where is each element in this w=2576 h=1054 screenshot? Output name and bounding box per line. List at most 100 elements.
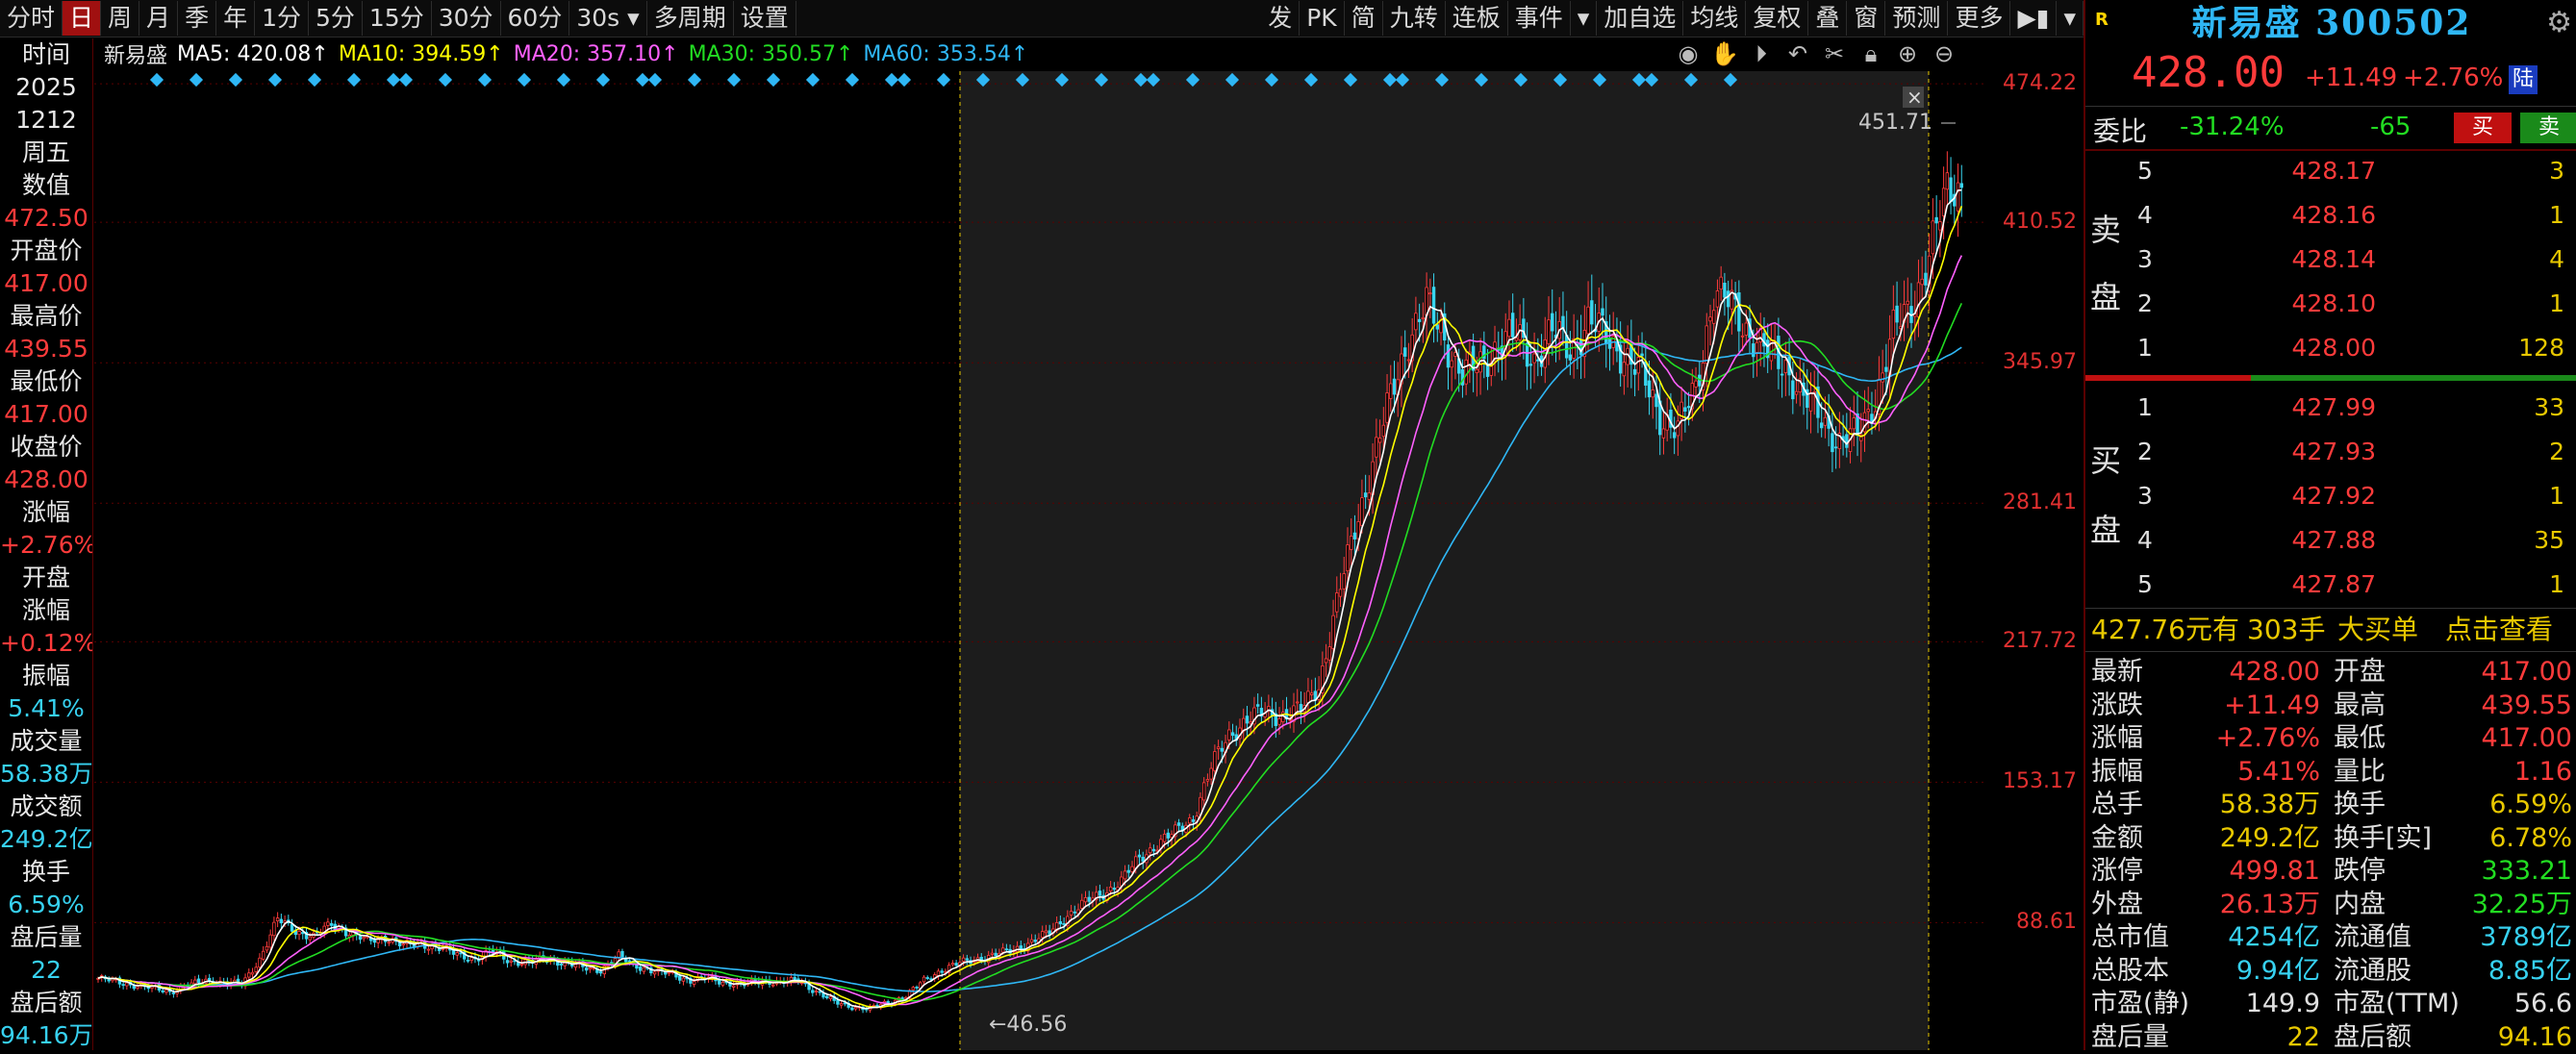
event-marker[interactable]	[398, 72, 414, 88]
candle-body	[1547, 319, 1551, 344]
sell-button[interactable]: 卖	[2520, 113, 2576, 143]
ask-row[interactable]: 1 428.00 128	[2124, 329, 2566, 367]
big-order-row[interactable]: 427.76元有 303手 大买单 点击查看	[2085, 608, 2576, 652]
event-marker[interactable]	[189, 72, 204, 88]
bid-row[interactable]: 5 427.87 1	[2124, 565, 2566, 604]
event-marker[interactable]	[477, 72, 492, 88]
toolbar-action[interactable]: 发	[1261, 1, 1301, 36]
toolbar-action[interactable]: ▾	[2057, 1, 2084, 36]
event-marker[interactable]	[647, 72, 663, 88]
event-marker[interactable]	[228, 72, 243, 88]
ask-row[interactable]: 5 428.17 3	[2124, 152, 2566, 190]
bid-row[interactable]: 3 427.92 1	[2124, 477, 2566, 515]
eye-icon[interactable]: ◉	[1674, 39, 1703, 68]
event-marker[interactable]	[267, 72, 283, 88]
big-order-view-link[interactable]: 点击查看	[2445, 609, 2553, 651]
event-marker[interactable]	[149, 72, 164, 88]
play-icon[interactable]: ⏵	[1747, 39, 1776, 68]
stat-row: 总手 58.38万 换手 6.59%	[2085, 789, 2576, 821]
toolbar-action[interactable]: 简	[1345, 1, 1383, 36]
scissors-icon[interactable]: ✂	[1820, 39, 1849, 68]
event-marker[interactable]	[556, 72, 571, 88]
period-tab[interactable]: 年	[216, 1, 256, 36]
lock-icon[interactable]: 🔒︎	[1856, 39, 1885, 68]
hand-icon[interactable]: ✋	[1710, 39, 1739, 68]
period-tab[interactable]: 分时	[0, 1, 63, 36]
ma10-label: MA10: 394.59↑	[338, 41, 504, 66]
event-marker[interactable]	[884, 72, 899, 88]
y-tick-label: 153.17	[2003, 769, 2077, 794]
toolbar-action[interactable]: ▶▮	[2010, 1, 2058, 36]
period-tab[interactable]: 15分	[363, 1, 432, 36]
toolbar-action[interactable]: ▾	[1571, 1, 1598, 36]
info-value: 2025	[15, 73, 77, 101]
event-marker[interactable]	[936, 72, 951, 88]
period-tab[interactable]: 5分	[309, 1, 363, 36]
toolbar-action[interactable]: 加自选	[1597, 1, 1684, 36]
period-tab[interactable]: 多周期	[647, 1, 734, 36]
event-marker[interactable]	[726, 72, 742, 88]
candle-body	[915, 987, 919, 989]
candle-body	[1945, 172, 1950, 190]
info-label: 振幅	[21, 662, 70, 690]
toolbar-action[interactable]: 预测	[1885, 1, 1949, 36]
period-tab[interactable]: 30s ▾	[569, 1, 647, 36]
y-tick-label: 281.41	[2003, 490, 2077, 515]
period-tab[interactable]: 30分	[432, 1, 501, 36]
event-marker[interactable]	[346, 72, 362, 88]
gear-icon[interactable]: ⚙	[2546, 6, 2572, 39]
bid-level: 2	[2137, 438, 2153, 465]
bid-row[interactable]: 1 427.99 33	[2124, 389, 2566, 427]
event-marker[interactable]	[805, 72, 821, 88]
undo-icon[interactable]: ↶	[1783, 39, 1812, 68]
stat-row: 金额 249.2亿 换手[实] 6.78%	[2085, 822, 2576, 855]
period-tab[interactable]: 60分	[501, 1, 570, 36]
candle-body	[1335, 592, 1339, 613]
toolbar-action[interactable]: 均线	[1683, 1, 1747, 36]
bid-row[interactable]: 2 427.93 2	[2124, 433, 2566, 471]
event-marker[interactable]	[438, 72, 453, 88]
event-marker[interactable]	[766, 72, 781, 88]
event-marker[interactable]	[897, 72, 912, 88]
candle-body	[505, 960, 510, 964]
info-value: +0.12%	[0, 629, 92, 657]
toolbar-action[interactable]: 窗	[1847, 1, 1886, 36]
period-tab[interactable]: 1分	[255, 1, 309, 36]
ask-price: 428.00	[2291, 334, 2376, 362]
event-marker[interactable]	[687, 72, 702, 88]
ask-row[interactable]: 4 428.16 1	[2124, 196, 2566, 235]
period-tab[interactable]: 周	[101, 1, 140, 36]
bid-row[interactable]: 4 427.88 35	[2124, 521, 2566, 560]
candle-body	[1000, 947, 1005, 953]
zoom-in-icon[interactable]: ⊕	[1893, 39, 1922, 68]
buy-button[interactable]: 买	[2454, 113, 2512, 143]
kline-chart[interactable]: 451.71 ←46.56 ×	[94, 71, 1986, 1050]
toolbar-action[interactable]: 连板	[1446, 1, 1508, 36]
ask-row[interactable]: 2 428.10 1	[2124, 285, 2566, 323]
candle-body	[1881, 372, 1884, 383]
candle-body	[1906, 300, 1909, 305]
zoom-out-icon[interactable]: ⊖	[1930, 39, 1958, 68]
event-marker[interactable]	[307, 72, 322, 88]
event-marker[interactable]	[517, 72, 532, 88]
toolbar-action[interactable]: 叠	[1808, 1, 1848, 36]
toolbar-action[interactable]: 更多	[1948, 1, 2011, 36]
buy-side-label-2: 盘	[2089, 512, 2121, 548]
stat-value: 333.21	[2481, 856, 2572, 886]
event-marker[interactable]	[386, 72, 401, 88]
toolbar-action[interactable]: 事件	[1508, 1, 1571, 36]
ask-volume: 1	[2549, 289, 2564, 317]
toolbar-action[interactable]: PK	[1300, 1, 1345, 36]
period-tab[interactable]: 设置	[734, 1, 796, 36]
toolbar-action[interactable]: 九转	[1383, 1, 1446, 36]
event-marker[interactable]	[635, 72, 650, 88]
event-marker[interactable]	[845, 72, 860, 88]
period-tab[interactable]: 月	[139, 1, 179, 36]
event-marker[interactable]	[595, 72, 611, 88]
candle-body	[272, 921, 276, 937]
price-axis: 474.22 410.52 345.97 281.41 217.72 153.17 88.6…	[1986, 38, 2083, 1050]
period-tab[interactable]: 季	[178, 1, 217, 36]
ask-row[interactable]: 3 428.14 4	[2124, 240, 2566, 279]
period-tab[interactable]: 日	[63, 1, 102, 36]
toolbar-action[interactable]: 复权	[1746, 1, 1809, 36]
